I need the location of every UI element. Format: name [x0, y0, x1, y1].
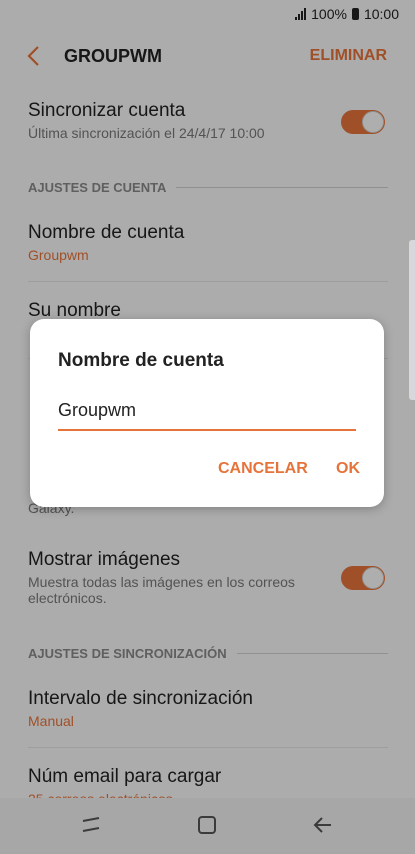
settings-screen: 100% 10:00 GROUPWM ELIMINAR Sincronizar …: [0, 0, 415, 854]
ok-button[interactable]: OK: [336, 460, 360, 478]
screen-edge-handle: [409, 240, 415, 400]
cancel-button[interactable]: CANCELAR: [218, 460, 308, 478]
dialog-title: Nombre de cuenta: [58, 350, 224, 371]
account-name-dialog: Nombre de cuenta CANCELAR OK: [30, 319, 384, 507]
account-name-input[interactable]: [58, 395, 356, 431]
